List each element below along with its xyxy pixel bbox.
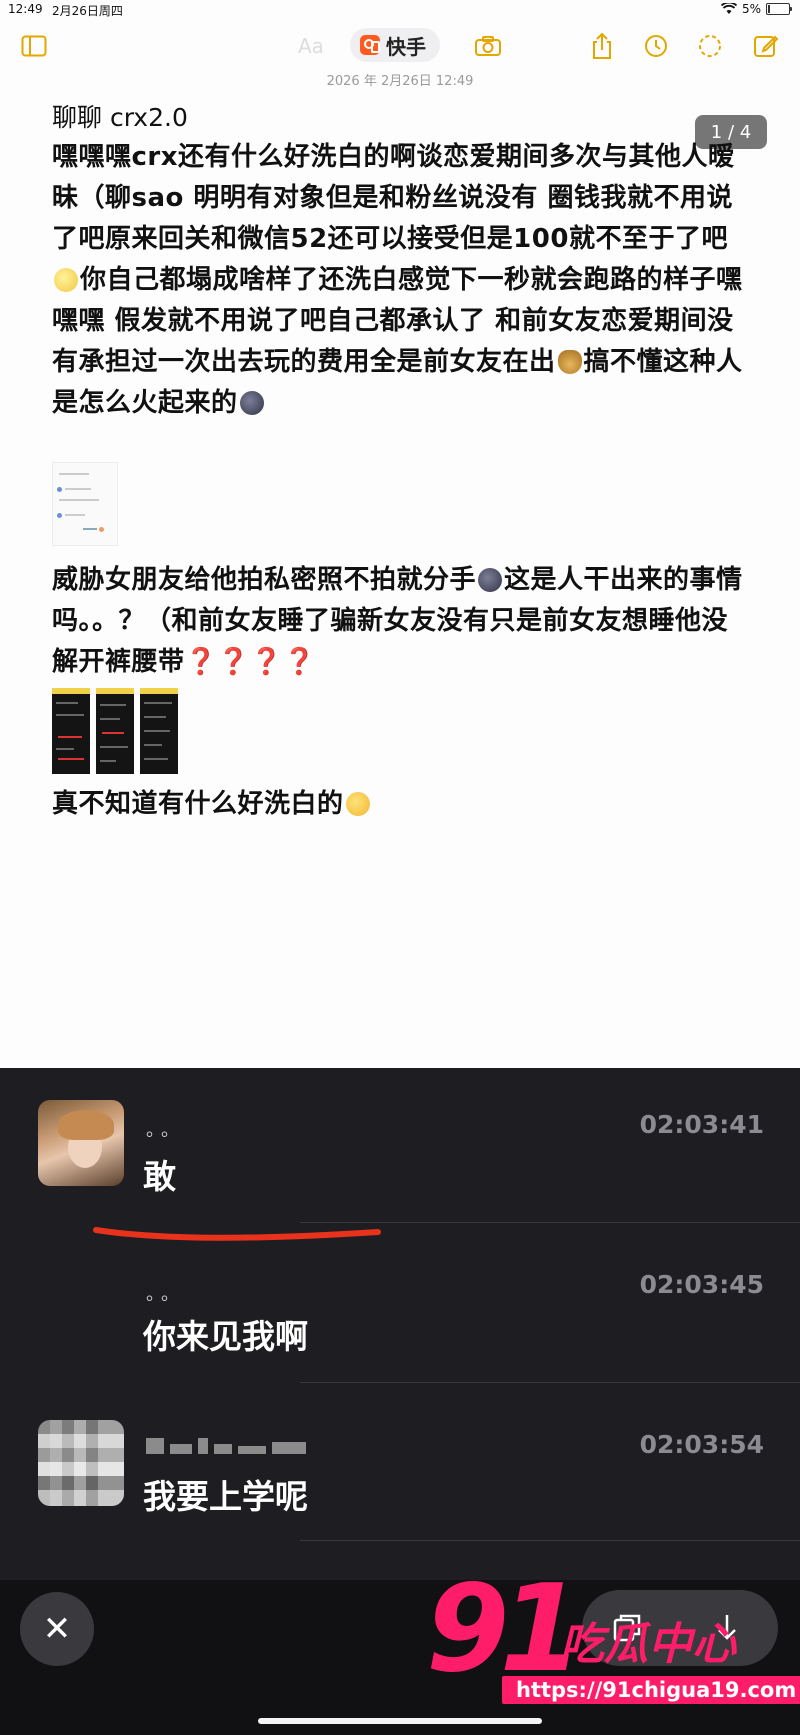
status-date: 2月26日周四 (52, 4, 123, 18)
avatar (38, 1420, 124, 1506)
note-paragraph-1: 嘿嘿嘿crx还有什么好洗白的啊谈恋爱期间多次与其他人暧昧（聊sao 明明有对象但… (52, 137, 752, 424)
home-indicator (258, 1718, 542, 1724)
note-title: 聊聊 crx2.0 (52, 103, 188, 132)
attached-screenshot-thumbnail[interactable] (52, 462, 118, 546)
format-text-button[interactable]: Aa (298, 34, 324, 58)
message-text: 我要上学呢 (143, 1477, 308, 1516)
note-date: 2026 年 2月26日 12:49 (326, 74, 474, 89)
sidebar-toggle-icon[interactable] (20, 32, 48, 60)
camera-icon[interactable] (474, 32, 502, 60)
paragraph-text: 真不知道有什么好洗白的 (52, 789, 344, 819)
message-text: 你来见我啊 (143, 1317, 308, 1356)
laughing-emoji-icon (345, 792, 370, 816)
message-divider (300, 1222, 800, 1223)
more-options-icon[interactable] (696, 32, 724, 60)
sender-name-redacted (146, 1438, 306, 1456)
note-paragraph-2: 威胁女朋友给他拍私密照不拍就分手 这是人干出来的事情吗。。？（和前女友睡了骗新女友… (52, 560, 752, 683)
message-time: 02:03:45 (639, 1270, 764, 1299)
paragraph-text: 威胁女朋友给他拍私密照不拍就分手 (52, 565, 477, 595)
sender-name: 。。 (146, 1120, 185, 1141)
message-divider (300, 1382, 800, 1383)
close-button[interactable]: ✕ (20, 1592, 94, 1666)
paragraph-text: 嘿嘿嘿crx还有什么好洗白的啊谈恋爱期间多次与其他人暧昧（聊sao 明明有对象但… (52, 142, 735, 254)
new-moon-emoji-icon (478, 568, 503, 592)
question-marks: ❓❓❓❓ (184, 647, 317, 677)
sender-name: 。。 (146, 1284, 185, 1305)
attached-screenshot-thumbnail[interactable] (52, 688, 90, 774)
status-bar: 12:49 2月26日周四 5% (0, 0, 800, 20)
avatar (38, 1100, 124, 1186)
red-underline-mark (93, 1227, 381, 1241)
note-paragraph-3: 真不知道有什么好洗白的 (52, 784, 752, 825)
message-text: 敢 (143, 1157, 176, 1196)
message-time: 02:03:54 (639, 1430, 764, 1459)
message-time: 02:03:41 (639, 1110, 764, 1139)
attached-screenshot-thumbnail[interactable] (96, 688, 134, 774)
watermark-url: https://91chigua19.com (502, 1676, 800, 1704)
kuaishou-logo-icon (360, 35, 380, 55)
compose-icon[interactable] (752, 32, 780, 60)
status-right: 5% (720, 2, 792, 16)
share-icon[interactable] (588, 32, 616, 60)
message-divider (300, 1540, 800, 1541)
close-icon: ✕ (42, 1609, 72, 1649)
watermark-number: 91 (426, 1560, 583, 1699)
kuaishou-label: 快手 (386, 34, 426, 59)
status-time: 12:49 (8, 2, 43, 16)
smile-emoji-icon (54, 268, 78, 292)
watermark-name: 吃瓜中心 (560, 1619, 736, 1670)
attached-screenshots-row (52, 688, 178, 774)
notes-toolbar: Aa 快手 (0, 22, 800, 68)
attached-screenshot-thumbnail[interactable] (140, 688, 178, 774)
money-bag-emoji-icon (557, 350, 582, 374)
history-icon[interactable] (642, 32, 670, 60)
battery-icon (766, 3, 792, 15)
watermark-logo: 91 吃瓜中心 https://91chigua19.com (426, 1560, 800, 1710)
kuaishou-badge[interactable]: 快手 (350, 28, 440, 62)
new-moon-emoji-icon (239, 391, 264, 415)
battery-percent: 5% (741, 2, 761, 16)
wifi-icon (720, 3, 737, 14)
